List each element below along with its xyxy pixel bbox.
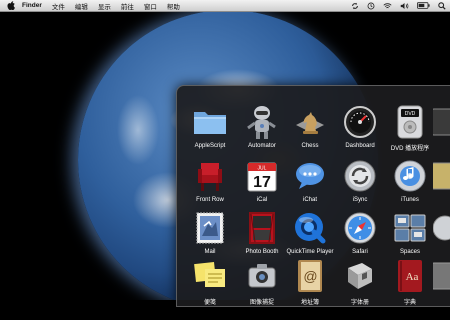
menu-edit[interactable]: 编辑 — [75, 1, 88, 11]
quicktime-icon — [292, 210, 328, 246]
status-area — [351, 0, 446, 11]
menu-bar: Finder 文件 编辑 显示 前往 窗口 帮助 — [0, 0, 450, 12]
app-label: Safari — [352, 249, 368, 255]
partial-app-icon — [433, 210, 450, 246]
app-label: 字典 — [403, 300, 416, 306]
app-label: 地址簿 — [300, 300, 319, 306]
app-label: iChat — [302, 197, 317, 203]
front-row-chair-icon — [192, 158, 228, 194]
dashboard-gauge-icon — [342, 104, 378, 140]
ical-day: 17 — [253, 174, 271, 191]
app-label: iCal — [256, 197, 268, 203]
app-label: 字体册 — [350, 300, 369, 306]
partial-app-icon — [433, 158, 450, 194]
spaces-icon — [392, 210, 428, 246]
ical-calendar-icon: JUL 17 — [244, 158, 280, 194]
apple-menu-icon[interactable] — [6, 1, 16, 10]
image-capture-icon — [244, 258, 280, 294]
app-label: 图像捕捉 — [249, 300, 274, 306]
automator-robot-icon — [244, 104, 280, 140]
app-label: Mail — [204, 249, 216, 255]
app-label: QuickTime Player — [286, 249, 334, 255]
app-label: Automator — [248, 143, 276, 149]
app-label: AppleScript — [194, 143, 226, 149]
app-stickies[interactable]: 便笺 — [181, 258, 239, 320]
app-label: DVD 播放程序 — [390, 146, 430, 152]
address-book-icon: @ — [292, 258, 328, 294]
battery-icon[interactable] — [417, 2, 430, 9]
sync-icon[interactable] — [351, 2, 359, 10]
app-partial-col-1[interactable] — [433, 104, 450, 166]
safari-compass-icon — [342, 210, 378, 246]
dvd-player-icon: DVD — [392, 104, 428, 140]
app-label: 便笺 — [203, 300, 216, 306]
menu-window[interactable]: 窗口 — [144, 1, 157, 11]
partial-app-icon — [433, 104, 450, 140]
dictionary-icon: Aa — [392, 258, 428, 294]
app-label: iTunes — [401, 197, 419, 203]
ical-month: JUL — [258, 166, 267, 172]
app-label: Photo Booth — [245, 249, 279, 255]
address-book-glyph: @ — [303, 268, 317, 284]
app-label: iSync — [352, 197, 368, 203]
chess-knight-icon — [292, 104, 328, 140]
itunes-icon — [392, 158, 428, 194]
svg-text:DVD: DVD — [405, 111, 416, 117]
folder-icon — [192, 104, 228, 140]
dictionary-glyph: Aa — [406, 271, 419, 283]
time-machine-icon[interactable] — [367, 2, 375, 10]
wifi-icon[interactable] — [383, 2, 392, 10]
font-book-icon — [342, 258, 378, 294]
menu-go[interactable]: 前往 — [121, 1, 134, 11]
menu-help[interactable]: 帮助 — [167, 1, 180, 11]
spotlight-icon[interactable] — [438, 1, 446, 10]
app-applescript[interactable]: AppleScript — [181, 104, 239, 166]
menu-file[interactable]: 文件 — [52, 1, 65, 11]
app-label: Dashboard — [345, 143, 375, 149]
app-dictionary[interactable]: Aa 字典 — [381, 258, 439, 320]
app-label: Chess — [301, 143, 319, 149]
ichat-bubble-icon — [292, 158, 328, 194]
mail-stamp-icon — [192, 210, 228, 246]
app-dvd-player[interactable]: DVD DVD 播放程序 — [381, 104, 439, 166]
menu-view[interactable]: 显示 — [98, 1, 111, 11]
app-partial-col-4[interactable] — [433, 258, 450, 320]
app-label: Spaces — [399, 249, 420, 255]
app-label: Front Row — [196, 197, 224, 203]
applications-stack-grid: AppleScript Automator Chess Dashboard DV… — [176, 85, 450, 307]
menu-app-name[interactable]: Finder — [22, 2, 42, 9]
volume-icon[interactable] — [400, 2, 409, 10]
isync-icon — [342, 158, 378, 194]
stickies-icon — [192, 258, 228, 294]
photo-booth-icon — [244, 210, 280, 246]
partial-app-icon — [433, 258, 450, 294]
